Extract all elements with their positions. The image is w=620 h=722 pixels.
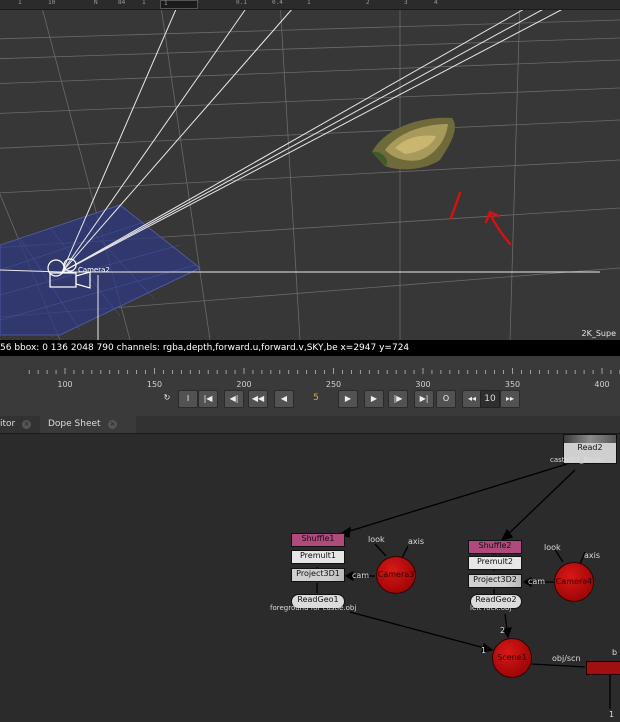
read2-thumbnail xyxy=(564,435,616,443)
read2-label: Read2 xyxy=(577,443,603,452)
tab-editor[interactable]: itor × xyxy=(0,416,38,433)
viewer-top-tick-label: 4 xyxy=(434,0,438,6)
timeline-tick-label: 350 xyxy=(504,380,521,389)
obj-scn-label: obj/scn xyxy=(552,654,581,663)
out-point-button[interactable]: O xyxy=(436,390,456,408)
frame-increment-field[interactable]: 10 xyxy=(480,390,500,408)
timeline-tick-label: 300 xyxy=(415,380,431,389)
in-point-button[interactable]: I xyxy=(178,390,198,408)
shuffle2-node[interactable]: Shuffle2 xyxy=(468,540,522,554)
cam-input-label: cam xyxy=(528,577,546,586)
timeline-tick-label: 100 xyxy=(57,380,73,389)
timeline-tick-label: 150 xyxy=(146,380,163,389)
tab-dope-sheet-label: Dope Sheet xyxy=(48,419,101,429)
viewer-top-tick-label: 1 xyxy=(18,0,22,6)
premult2-node[interactable]: Premult2 xyxy=(468,556,522,570)
axis-input-label: axis xyxy=(584,551,601,560)
viewer-frame-field-value: 1 xyxy=(164,0,168,7)
timeline-tick-labels: 100 150 200 250 300 350 400 xyxy=(0,366,620,389)
step-forward-increment-button[interactable]: ▸▸ xyxy=(500,390,520,408)
play-forward-button[interactable]: ▶ xyxy=(338,390,358,408)
3d-viewer[interactable]: Camera2 110N84100.10.412341 2K_Supe xyxy=(0,0,620,340)
first-frame-button[interactable]: |◀ xyxy=(198,390,218,408)
close-icon[interactable]: × xyxy=(108,420,117,429)
close-icon[interactable]: × xyxy=(22,420,31,429)
camera3-node[interactable]: Camera3 xyxy=(376,556,416,594)
current-frame-field[interactable]: 5 xyxy=(304,390,328,406)
viewport-grid: Camera2 xyxy=(0,0,620,340)
scene-input-1-label: 1 xyxy=(481,646,487,655)
geometry-patch xyxy=(372,117,455,170)
panel-tab-bar: itor × Dope Sheet × xyxy=(0,416,620,434)
axis-input-label: axis xyxy=(408,537,425,546)
tab-editor-label: itor xyxy=(0,419,16,429)
timeline-tick-label: 250 xyxy=(325,380,342,389)
previous-keyframe-button[interactable]: ◀| xyxy=(224,390,244,408)
project3d1-node[interactable]: Project3D1 xyxy=(291,568,345,582)
timeline-tick-label: 400 xyxy=(594,380,610,389)
viewer-top-tick-label: 0.1 xyxy=(236,0,247,6)
viewer-top-toolbar[interactable]: 110N84100.10.412341 xyxy=(0,0,620,10)
b-input-label: b xyxy=(612,648,618,657)
render-node[interactable] xyxy=(586,661,620,675)
viewer-top-tick-label: 84 xyxy=(118,0,126,6)
previous-increment-button[interactable]: ◀◀ xyxy=(248,390,268,408)
project3d2-node[interactable]: Project3D2 xyxy=(468,574,522,588)
scene1-node[interactable]: Scene1 xyxy=(492,638,532,678)
viewer-top-tick-label: 0.4 xyxy=(272,0,283,6)
viewer-top-tick-label: 1 xyxy=(307,0,311,6)
readgeo1-sublabel: foreground for castle.obj xyxy=(270,604,357,612)
play-backward-button[interactable]: ◀ xyxy=(274,390,294,408)
next-keyframe-button[interactable]: |▶ xyxy=(388,390,408,408)
node-graph[interactable]: Read2 castle07_Benin Shuffle1 Premult1 P… xyxy=(0,434,620,722)
cam-input-label: cam xyxy=(352,571,370,580)
step-back-increment-button[interactable]: ◂◂ xyxy=(462,390,482,408)
look-input-label: look xyxy=(544,543,561,552)
shuffle1-node[interactable]: Shuffle1 xyxy=(291,533,345,547)
loop-mode-icon[interactable]: ↻ xyxy=(158,390,176,406)
timeline-tick-label: 200 xyxy=(236,380,252,389)
input-1-label: 1 xyxy=(609,710,615,719)
look-input-label: look xyxy=(368,535,385,544)
viewer-top-tick-label: 10 xyxy=(48,0,56,6)
viewer-top-tick-label: 3 xyxy=(404,0,408,6)
viewer-frame-field[interactable]: 1 xyxy=(160,0,198,9)
camera-label: Camera2 xyxy=(78,266,110,274)
read2-sublabel: castle07_Benin xyxy=(550,456,604,464)
viewer-top-tick-label: N xyxy=(94,0,98,6)
timeline[interactable]: 100 150 200 250 300 350 400 ↻ I |◀ ◀| ◀◀ ◀ 5 ▶… xyxy=(0,356,620,416)
viewer-top-tick-label: 1 xyxy=(142,0,146,6)
last-frame-button[interactable]: ▶| xyxy=(414,390,434,408)
camera4-node[interactable]: Camera4 xyxy=(554,562,594,602)
next-frame-button[interactable]: ▶ xyxy=(364,390,384,408)
tab-dope-sheet[interactable]: Dope Sheet × xyxy=(40,416,136,433)
format-label: 2K_Supe xyxy=(581,329,616,338)
viewer-top-tick-label: 2 xyxy=(366,0,370,6)
viewer-info-bar: 56 bbox: 0 136 2048 790 channels: rgba,d… xyxy=(0,340,620,356)
readgeo2-sublabel: left rock.obj xyxy=(470,604,512,612)
premult1-node[interactable]: Premult1 xyxy=(291,550,345,564)
scene-input-2-label: 2 xyxy=(500,626,506,635)
